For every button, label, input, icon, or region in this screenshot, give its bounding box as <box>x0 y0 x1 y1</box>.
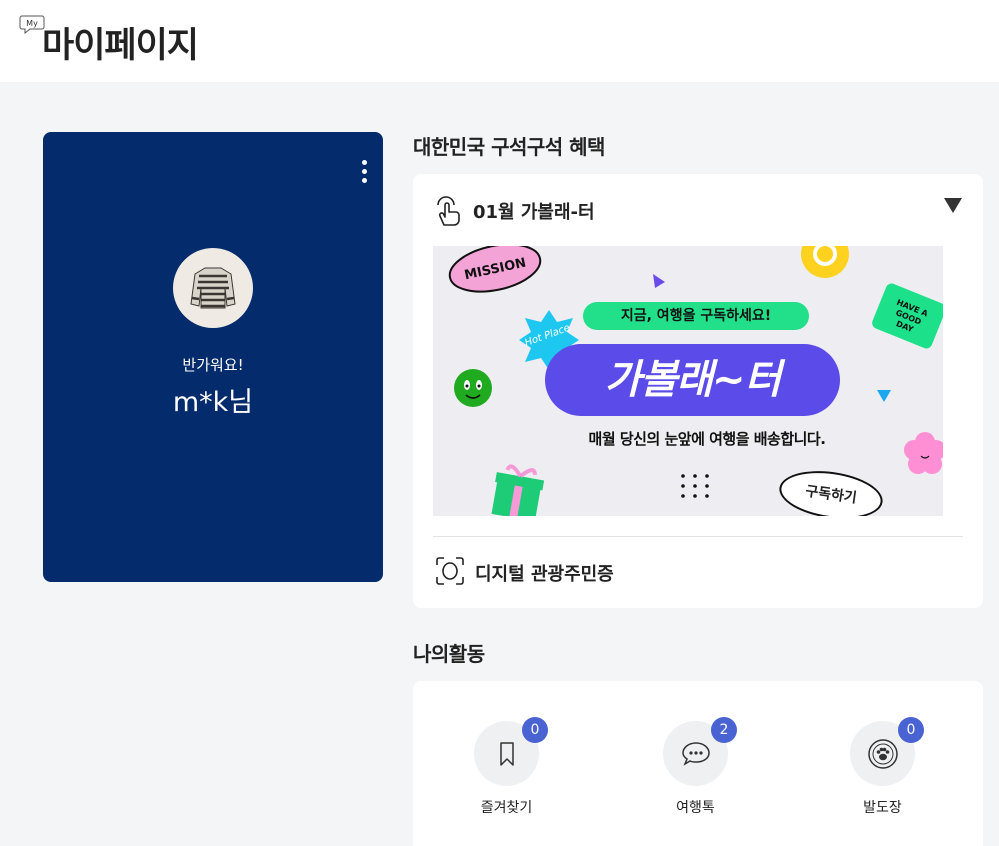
activity-section-title: 나의활동 <box>413 642 485 666</box>
profile-card: 반가워요! m*k님 <box>43 132 383 582</box>
more-options-icon[interactable] <box>359 160 369 190</box>
face-scan-icon <box>436 557 464 585</box>
foot-stamp-count-badge: 0 <box>898 717 924 743</box>
paw-stamp-icon <box>868 739 898 769</box>
banner-brand: 가볼래~터 <box>545 344 840 416</box>
favorites-label: 즐겨찾기 <box>480 800 533 816</box>
activity-card: 0 즐겨찾기 2 여행톡 0 발도장 <box>413 681 983 846</box>
my-badge-text: My <box>26 19 38 28</box>
bookmark-icon <box>500 742 514 766</box>
benefit-section-title: 대한민국 구석구석 혜택 <box>413 135 605 159</box>
benefit-card: 01월 가볼래-터 MISSION Hot Place HAVE A GOOD … <box>413 174 983 608</box>
banner-description: 매월 당신의 눈앞에 여행을 배송합니다. <box>588 430 826 448</box>
greeting-text: 반가워요! <box>182 356 244 374</box>
striped-sweater-icon <box>190 267 236 309</box>
triangle-down-icon[interactable] <box>944 198 962 214</box>
subscription-title: 01월 가볼래-터 <box>473 202 595 223</box>
travel-talk-count-badge: 2 <box>711 717 737 743</box>
activity-favorites[interactable]: 0 즐겨찾기 <box>446 717 548 821</box>
chat-bubble-icon <box>682 742 710 766</box>
page-header: My 마이페이지 <box>0 0 999 82</box>
travel-talk-label: 여행톡 <box>676 800 715 816</box>
page-title: 마이페이지 <box>42 26 199 66</box>
activity-travel-talk[interactable]: 2 여행톡 <box>635 717 737 821</box>
digital-resident-card-link[interactable]: 디지털 관광주민증 <box>475 560 614 586</box>
user-nickname: m*k님 <box>172 387 254 418</box>
activity-foot-stamp[interactable]: 0 발도장 <box>822 717 924 821</box>
foot-stamp-label: 발도장 <box>863 800 902 816</box>
favorites-count-badge: 0 <box>522 717 548 743</box>
avatar <box>173 248 253 328</box>
subscription-banner[interactable]: MISSION Hot Place HAVE A GOOD DAY 지금, 여행… <box>433 246 943 516</box>
banner-slogan: 지금, 여행을 구독하세요! <box>583 302 809 330</box>
touch-finger-icon <box>437 196 460 226</box>
divider <box>433 536 963 537</box>
